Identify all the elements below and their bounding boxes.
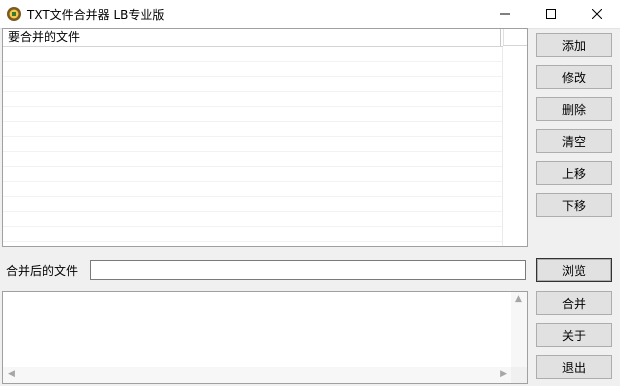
- grid-line: [3, 76, 503, 77]
- scroll-right-arrow-icon[interactable]: ▶: [500, 369, 507, 379]
- vertical-scrollbar[interactable]: ▲: [511, 292, 527, 368]
- scroll-left-arrow-icon[interactable]: ◀: [8, 369, 15, 379]
- grid-line: [3, 106, 503, 107]
- maximize-button[interactable]: [528, 0, 574, 28]
- title-bar[interactable]: TXT文件合并器 LB专业版: [0, 0, 620, 29]
- about-button[interactable]: 关于: [536, 323, 612, 347]
- window-title: TXT文件合并器 LB专业版: [27, 8, 165, 22]
- add-button[interactable]: 添加: [536, 33, 612, 57]
- grid-line: [3, 151, 503, 152]
- merged-file-label: 合并后的文件: [6, 264, 79, 278]
- delete-button[interactable]: 删除: [536, 97, 612, 121]
- log-textarea[interactable]: ▲ ◀ ▶: [2, 291, 528, 384]
- minimize-icon: [500, 13, 510, 15]
- close-button[interactable]: [574, 0, 620, 28]
- minimize-button[interactable]: [482, 0, 528, 28]
- app-icon: [6, 6, 22, 22]
- grid-line: [3, 91, 503, 92]
- list-body[interactable]: [3, 47, 503, 246]
- file-list[interactable]: 要合并的文件: [2, 28, 528, 247]
- merged-file-input[interactable]: [90, 260, 526, 280]
- grid-line: [3, 166, 503, 167]
- browse-button[interactable]: 浏览: [536, 258, 612, 282]
- close-icon: [592, 9, 602, 19]
- column-header-files[interactable]: 要合并的文件: [3, 29, 501, 46]
- grid-line: [3, 136, 503, 137]
- move-down-button[interactable]: 下移: [536, 193, 612, 217]
- horizontal-scrollbar[interactable]: ◀ ▶: [3, 367, 511, 383]
- column-divider: [502, 47, 503, 246]
- modify-button[interactable]: 修改: [536, 65, 612, 89]
- grid-line: [3, 211, 503, 212]
- exit-button[interactable]: 退出: [536, 355, 612, 379]
- clear-button[interactable]: 清空: [536, 129, 612, 153]
- grid-line: [3, 121, 503, 122]
- merge-button[interactable]: 合并: [536, 291, 612, 315]
- grid-line: [3, 196, 503, 197]
- scroll-up-arrow-icon[interactable]: ▲: [515, 294, 522, 304]
- scrollbar-corner: [511, 367, 527, 383]
- move-up-button[interactable]: 上移: [536, 161, 612, 185]
- grid-line: [3, 241, 503, 242]
- header-filler: [503, 29, 527, 46]
- grid-line: [3, 181, 503, 182]
- grid-line: [3, 226, 503, 227]
- list-header: 要合并的文件: [3, 29, 503, 47]
- maximize-icon: [546, 9, 556, 19]
- grid-line: [3, 61, 503, 62]
